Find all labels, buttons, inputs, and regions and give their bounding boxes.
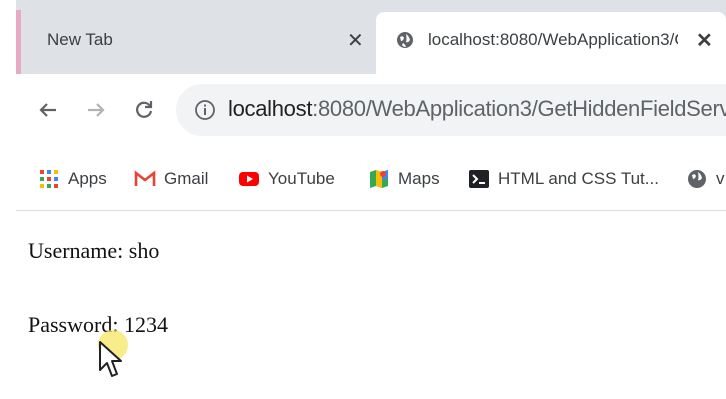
toolbar: localhost:8080/WebApplication3/GetHidden…	[16, 74, 726, 149]
globe-icon	[397, 32, 413, 48]
mouse-cursor-icon	[99, 341, 122, 377]
bookmark-label: Gmail	[164, 169, 209, 188]
apps-grid-icon	[40, 170, 58, 188]
info-icon[interactable]	[194, 99, 216, 121]
bookmarks-bar: Apps Gmail YouTube Maps HTML and CSS Tut…	[16, 149, 726, 211]
terminal-icon	[469, 170, 489, 188]
page-content: Username: sho Password: 1234	[16, 212, 726, 399]
reload-icon	[136, 101, 153, 118]
tab-strip: New Tab ✕ localhost:8080/WebApplication3…	[16, 0, 726, 74]
tab-title: New Tab	[47, 30, 113, 49]
url-path: :8080/WebApplication3/GetHiddenFieldServ…	[312, 96, 726, 121]
bookmark-label: YouTube	[268, 169, 335, 188]
bookmark-apps[interactable]: Apps	[38, 166, 107, 192]
tab-new-tab[interactable]: New Tab ✕	[21, 12, 376, 74]
bookmark-youtube[interactable]: YouTube	[238, 166, 335, 192]
tab-localhost[interactable]: localhost:8080/WebApplication3/GetHidden…	[376, 12, 726, 74]
maps-icon	[370, 170, 388, 188]
back-button[interactable]	[34, 96, 62, 124]
close-icon[interactable]: ✕	[696, 28, 713, 53]
reload-button[interactable]	[130, 96, 158, 124]
password-text: Password: 1234	[28, 312, 168, 337]
bookmark-label: HTML and CSS Tut...	[498, 169, 659, 188]
tab-title: localhost:8080/WebApplication3/GetHidden…	[428, 30, 678, 49]
bookmark-label: Apps	[68, 169, 107, 188]
bookmark-label: v	[716, 169, 725, 188]
url-host: localhost	[228, 96, 313, 121]
forward-button[interactable]	[82, 96, 110, 124]
bookmark-maps[interactable]: Maps	[368, 166, 440, 192]
close-icon[interactable]: ✕	[347, 28, 364, 53]
globe-icon	[688, 170, 706, 188]
url-text[interactable]: localhost:8080/WebApplication3/GetHidden…	[228, 96, 726, 122]
browser-window: New Tab ✕ localhost:8080/WebApplication3…	[16, 0, 726, 399]
bookmark-other[interactable]: v	[686, 166, 725, 192]
bookmark-html-css-tutorial[interactable]: HTML and CSS Tut...	[468, 166, 659, 192]
forward-arrow-icon	[88, 103, 105, 117]
username-text: Username: sho	[28, 238, 160, 263]
address-bar[interactable]: localhost:8080/WebApplication3/GetHidden…	[176, 84, 726, 136]
left-margin	[0, 0, 16, 399]
youtube-icon	[239, 172, 259, 186]
bookmark-label: Maps	[398, 169, 440, 188]
gmail-icon	[134, 170, 156, 186]
back-arrow-icon	[39, 103, 56, 117]
bookmark-gmail[interactable]: Gmail	[134, 166, 208, 192]
